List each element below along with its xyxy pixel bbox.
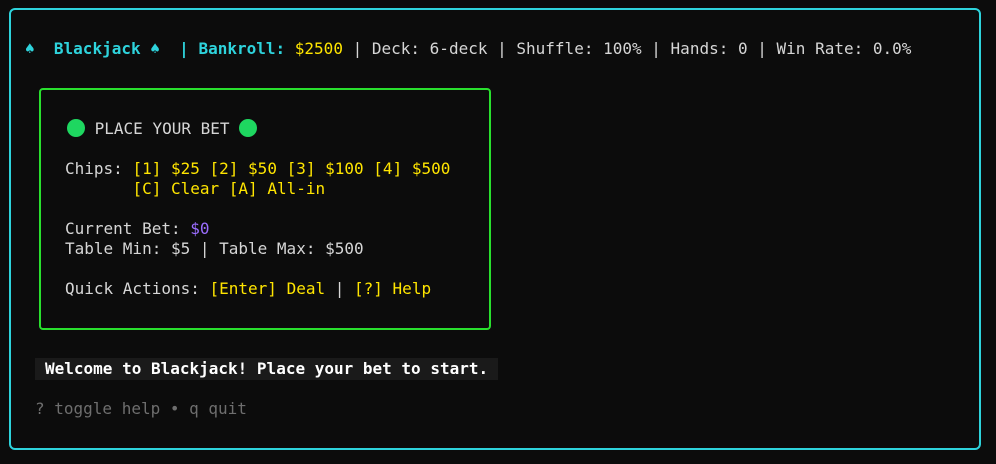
green-dot-icon [239, 119, 258, 137]
spade-icon: ♠ [25, 39, 35, 58]
deck-info: Deck: 6-deck [371, 39, 488, 58]
separator: | [757, 39, 767, 58]
chip-25-option[interactable]: [1] $25 [132, 159, 199, 178]
spade-icon: ♠ [150, 39, 160, 58]
current-bet-row: Current Bet: $0 [65, 219, 210, 239]
chip-500-option[interactable]: [4] $500 [373, 159, 450, 178]
chip-100-option[interactable]: [3] $100 [287, 159, 364, 178]
help-action[interactable]: [?] Help [354, 279, 431, 298]
green-dot-icon [67, 119, 85, 137]
bet-panel-title-row: PLACE YOUR BET [67, 119, 258, 139]
bankroll-label: Bankroll: [198, 39, 286, 58]
chip-actions-row: [C] Clear [A] All-in [65, 179, 325, 199]
bet-panel-title: PLACE YOUR BET [94, 119, 230, 138]
shuffle-info: Shuffle: 100% [516, 39, 642, 58]
quick-actions-row: Quick Actions: [Enter] Deal | [?] Help [65, 279, 431, 299]
current-bet-value: $0 [190, 219, 210, 238]
deal-action[interactable]: [Enter] Deal [210, 279, 326, 298]
chips-row: Chips: [1] $25 [2] $50 [3] $100 [4] $500 [65, 159, 450, 179]
clear-bet-option[interactable]: [C] Clear [132, 179, 219, 198]
separator: | [651, 39, 661, 58]
chips-label: Chips: [65, 159, 123, 178]
current-bet-label: Current Bet: [65, 219, 181, 238]
separator: | [497, 39, 507, 58]
separator: | [179, 39, 189, 58]
table-limits: Table Min: $5 | Table Max: $500 [65, 239, 364, 258]
all-in-option[interactable]: [A] All-in [229, 179, 325, 198]
footer-help: ? toggle help • q quit [35, 399, 247, 418]
separator: | [352, 39, 363, 58]
chip-50-option[interactable]: [2] $50 [210, 159, 277, 178]
status-message: Welcome to Blackjack! Place your bet to … [35, 358, 499, 380]
status-bar: ♠ Blackjack ♠ | Bankroll: $2500 | Deck: … [25, 39, 911, 59]
app-title: Blackjack [53, 39, 141, 58]
win-rate: Win Rate: 0.0% [776, 39, 912, 58]
hands-count: Hands: 0 [670, 39, 748, 58]
bankroll-value: $2500 [294, 39, 343, 58]
separator: | [334, 279, 345, 298]
quick-actions-label: Quick Actions: [65, 279, 200, 298]
